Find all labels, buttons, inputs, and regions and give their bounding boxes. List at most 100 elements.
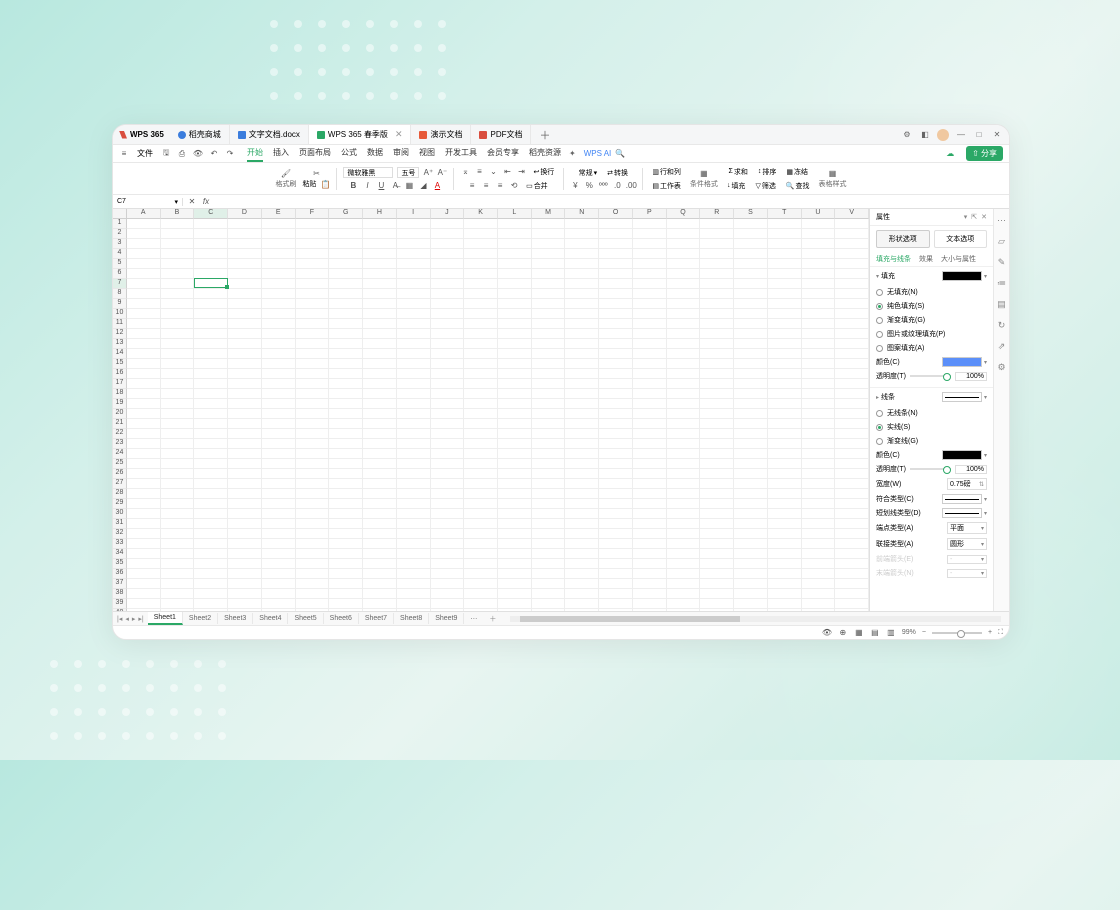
cell[interactable] bbox=[262, 289, 296, 299]
cell[interactable] bbox=[768, 279, 802, 289]
cell[interactable] bbox=[667, 269, 701, 279]
cell[interactable] bbox=[363, 539, 397, 549]
cell[interactable] bbox=[464, 339, 498, 349]
cell[interactable] bbox=[296, 589, 330, 599]
cell[interactable] bbox=[768, 459, 802, 469]
cell[interactable] bbox=[802, 309, 836, 319]
cell[interactable] bbox=[498, 379, 532, 389]
cell[interactable] bbox=[532, 509, 566, 519]
cell[interactable] bbox=[431, 449, 465, 459]
cell[interactable] bbox=[633, 549, 667, 559]
cell[interactable] bbox=[363, 589, 397, 599]
cell[interactable] bbox=[194, 349, 228, 359]
cell[interactable] bbox=[835, 609, 869, 611]
cell[interactable] bbox=[397, 289, 431, 299]
radio[interactable] bbox=[876, 424, 883, 431]
cell[interactable] bbox=[329, 479, 363, 489]
cell[interactable] bbox=[532, 349, 566, 359]
close-tab-icon[interactable]: ✕ bbox=[395, 129, 403, 140]
cell[interactable] bbox=[532, 359, 566, 369]
cell[interactable] bbox=[532, 399, 566, 409]
sum-button[interactable]: Σ 求和 bbox=[726, 166, 751, 178]
cell[interactable] bbox=[431, 479, 465, 489]
dash-type-select[interactable] bbox=[942, 508, 982, 518]
cell[interactable] bbox=[734, 579, 768, 589]
cell[interactable] bbox=[431, 599, 465, 609]
cell[interactable] bbox=[565, 569, 599, 579]
row-header[interactable]: 19 bbox=[113, 399, 127, 409]
cell[interactable] bbox=[329, 279, 363, 289]
row-header[interactable]: 16 bbox=[113, 369, 127, 379]
cell[interactable] bbox=[228, 279, 262, 289]
cell[interactable] bbox=[464, 309, 498, 319]
row-header[interactable]: 28 bbox=[113, 489, 127, 499]
cancel-fx-icon[interactable]: ✕ bbox=[187, 197, 197, 207]
cell[interactable] bbox=[802, 479, 836, 489]
cell[interactable] bbox=[127, 289, 161, 299]
cell[interactable] bbox=[228, 379, 262, 389]
cell[interactable] bbox=[431, 369, 465, 379]
cell[interactable] bbox=[329, 519, 363, 529]
row-header[interactable]: 7 bbox=[113, 279, 127, 289]
cell[interactable] bbox=[667, 259, 701, 269]
cell[interactable] bbox=[296, 399, 330, 409]
cell[interactable] bbox=[565, 259, 599, 269]
cell[interactable] bbox=[667, 359, 701, 369]
cell[interactable] bbox=[296, 489, 330, 499]
cell[interactable] bbox=[498, 279, 532, 289]
cell[interactable] bbox=[127, 449, 161, 459]
cell[interactable] bbox=[768, 539, 802, 549]
cell[interactable] bbox=[329, 259, 363, 269]
cell[interactable] bbox=[464, 409, 498, 419]
cell[interactable] bbox=[734, 249, 768, 259]
cell[interactable] bbox=[667, 339, 701, 349]
row-header[interactable]: 21 bbox=[113, 419, 127, 429]
cell[interactable] bbox=[768, 229, 802, 239]
cell[interactable] bbox=[768, 359, 802, 369]
cell[interactable] bbox=[498, 579, 532, 589]
cell[interactable] bbox=[835, 249, 869, 259]
cell[interactable] bbox=[599, 349, 633, 359]
filter-button[interactable]: ▽ 筛选 bbox=[752, 180, 778, 192]
cell[interactable] bbox=[296, 309, 330, 319]
cell[interactable] bbox=[498, 549, 532, 559]
cell[interactable] bbox=[498, 509, 532, 519]
font-select[interactable] bbox=[343, 167, 393, 178]
view-page-icon[interactable]: ▤ bbox=[870, 628, 880, 638]
cell[interactable] bbox=[161, 389, 195, 399]
cell[interactable] bbox=[397, 239, 431, 249]
cell[interactable] bbox=[127, 219, 161, 229]
cell[interactable] bbox=[565, 529, 599, 539]
cell[interactable] bbox=[734, 449, 768, 459]
cell[interactable] bbox=[802, 519, 836, 529]
rows-cols-button[interactable]: ▥ 行和列 bbox=[649, 166, 684, 178]
zoom-out[interactable]: − bbox=[922, 629, 926, 636]
cell[interactable] bbox=[194, 309, 228, 319]
cell[interactable] bbox=[431, 349, 465, 359]
cell[interactable] bbox=[363, 379, 397, 389]
fill-swatch[interactable] bbox=[942, 271, 982, 281]
cell[interactable] bbox=[431, 389, 465, 399]
cell[interactable] bbox=[532, 529, 566, 539]
cell[interactable] bbox=[431, 219, 465, 229]
cell[interactable] bbox=[633, 509, 667, 519]
cell[interactable] bbox=[667, 509, 701, 519]
aux-history-icon[interactable]: ↻ bbox=[998, 320, 1006, 331]
cell[interactable] bbox=[498, 449, 532, 459]
row-header[interactable]: 24 bbox=[113, 449, 127, 459]
cell[interactable] bbox=[127, 519, 161, 529]
cell[interactable] bbox=[835, 399, 869, 409]
merge-button[interactable]: ▭ 合并 bbox=[523, 180, 551, 192]
cell[interactable] bbox=[768, 299, 802, 309]
cell[interactable] bbox=[431, 439, 465, 449]
line-swatch[interactable] bbox=[942, 392, 982, 402]
cell[interactable] bbox=[329, 309, 363, 319]
cell[interactable] bbox=[734, 609, 768, 611]
cell[interactable] bbox=[565, 439, 599, 449]
row-header[interactable]: 18 bbox=[113, 389, 127, 399]
cell[interactable] bbox=[532, 559, 566, 569]
row-header[interactable]: 9 bbox=[113, 299, 127, 309]
cell[interactable] bbox=[802, 579, 836, 589]
document-tab[interactable]: 稻壳商城 bbox=[170, 125, 230, 144]
cell[interactable] bbox=[194, 379, 228, 389]
